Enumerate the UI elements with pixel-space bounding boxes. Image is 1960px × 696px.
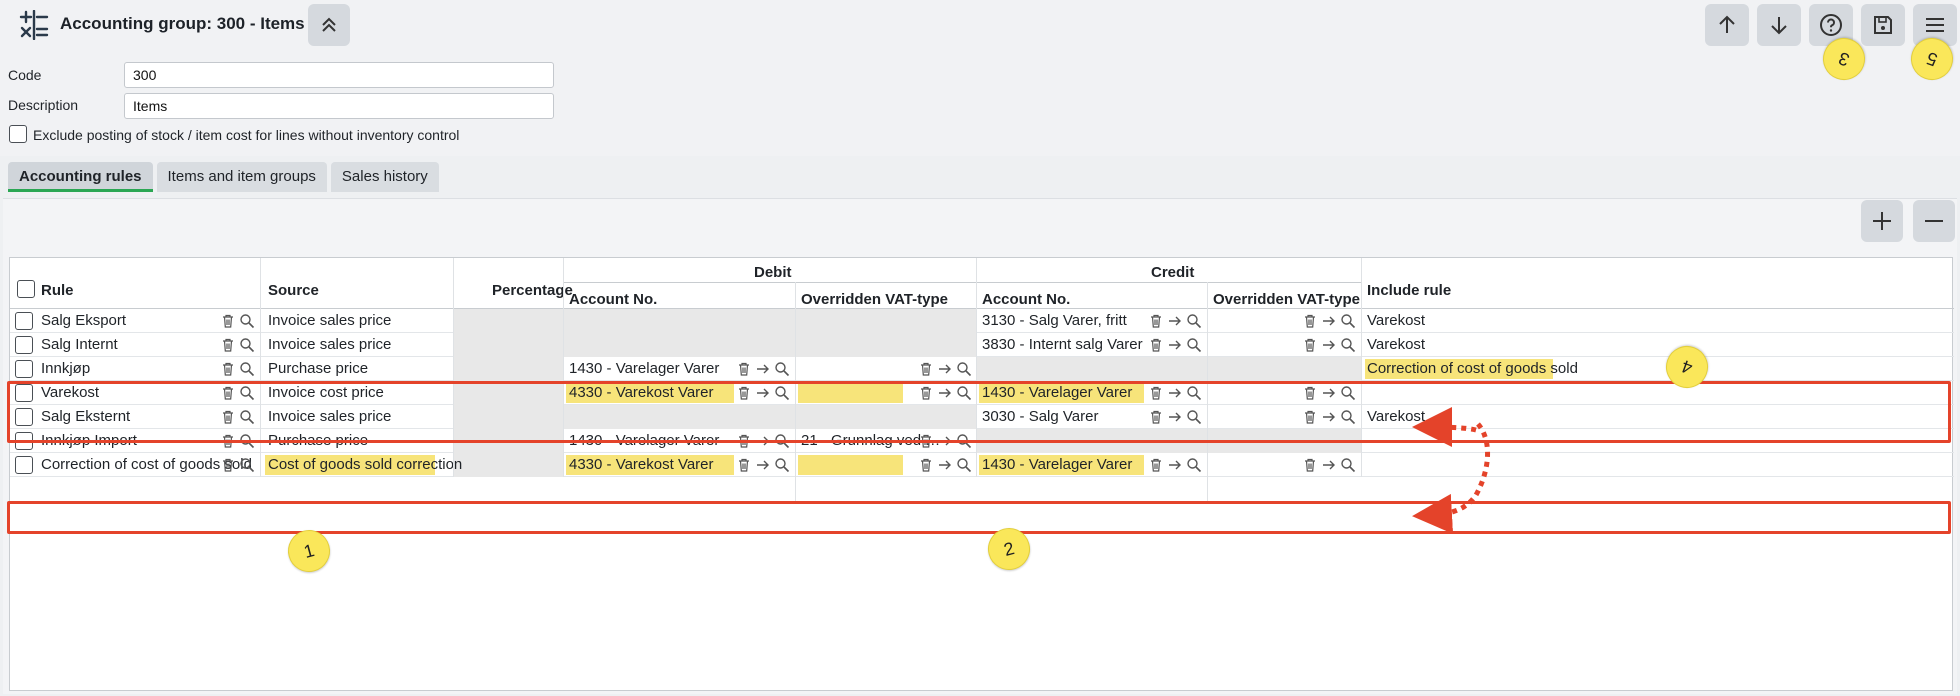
annotation-arrows [1412,407,1491,534]
app-window: Accounting group: 300 - Items Code Descr… [0,0,1960,696]
